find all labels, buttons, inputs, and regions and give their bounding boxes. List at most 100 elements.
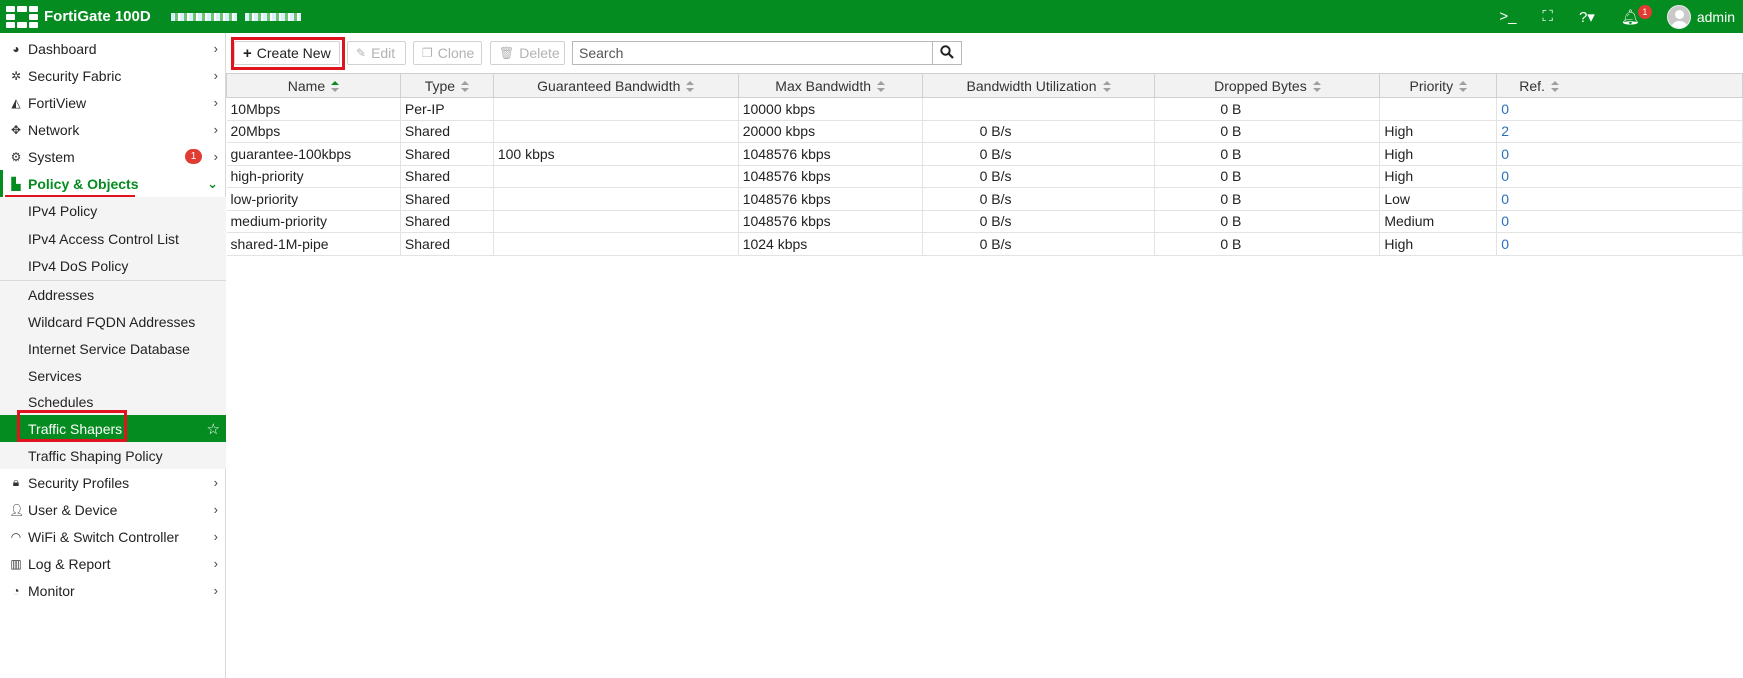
type-cell: Shared bbox=[400, 210, 494, 233]
column-header-name[interactable]: Name bbox=[226, 73, 401, 98]
table-row[interactable]: guarantee-100kbps Shared 100 kbps 1048576 k… bbox=[226, 142, 1743, 166]
type-cell: Per-IP bbox=[400, 97, 494, 121]
toolbar: + Create New ✎ Edit ❐ Clone 🗑︎ Delete bbox=[226, 33, 1743, 71]
type-cell: Shared bbox=[400, 165, 494, 188]
bandwidth-utilization-cell: 0 B/s bbox=[922, 142, 1156, 166]
sort-icon bbox=[1550, 81, 1559, 93]
sidebar-item-security-profiles[interactable]: 🔒︎ Security Profiles › bbox=[0, 469, 226, 496]
sidebar-item-addresses[interactable]: Addresses bbox=[0, 281, 226, 308]
sidebar-item-ipv4-policy[interactable]: IPv4 Policy bbox=[0, 197, 226, 225]
sidebar-item-label: WiFi & Switch Controller bbox=[28, 528, 179, 545]
table-row[interactable]: medium-priority Shared 1048576 kbps 0 B/s 0 … bbox=[226, 210, 1743, 233]
type-cell: Shared bbox=[400, 232, 494, 256]
priority-cell: Low bbox=[1379, 187, 1498, 211]
bandwidth-utilization-cell: 0 B/s bbox=[922, 210, 1156, 233]
user-menu[interactable]: admin bbox=[1697, 9, 1735, 25]
column-header-dropped-bytes[interactable]: Dropped Bytes bbox=[1154, 73, 1381, 98]
ref-cell[interactable]: 0 bbox=[1496, 232, 1743, 256]
sidebar-item-security-fabric[interactable]: ✲ Security Fabric › bbox=[0, 62, 226, 89]
priority-cell: High bbox=[1379, 142, 1498, 166]
ref-cell[interactable]: 0 bbox=[1496, 187, 1743, 211]
column-label: Guaranteed Bandwidth bbox=[537, 77, 681, 94]
table-row[interactable]: shared-1M-pipe Shared 1024 kbps 0 B/s 0 B Hig… bbox=[226, 232, 1743, 256]
sidebar-item-internet-service-db[interactable]: Internet Service Database bbox=[0, 335, 226, 362]
name-cell: medium-priority bbox=[226, 210, 401, 233]
gear-icon: ⚙ bbox=[10, 149, 22, 164]
policy-icon: ▙ bbox=[11, 176, 21, 191]
column-header-max-bandwidth[interactable]: Max Bandwidth bbox=[737, 73, 923, 98]
sidebar-item-user-device[interactable]: 👤︎ User & Device › bbox=[0, 496, 226, 523]
max-bandwidth-cell: 1048576 kbps bbox=[738, 210, 923, 233]
column-header-type[interactable]: Type bbox=[399, 73, 494, 98]
guaranteed-bandwidth-cell bbox=[493, 210, 739, 233]
sidebar-item-label: Policy & Objects bbox=[28, 175, 139, 192]
sidebar-item-monitor[interactable]: ◔ Monitor › bbox=[0, 577, 226, 604]
ref-cell[interactable]: 0 bbox=[1496, 97, 1743, 121]
delete-button[interactable]: 🗑︎ Delete bbox=[490, 41, 565, 65]
name-cell: high-priority bbox=[226, 165, 401, 188]
sidebar-item-traffic-shaping-policy[interactable]: Traffic Shaping Policy bbox=[0, 442, 226, 469]
bandwidth-utilization-cell: 0 B/s bbox=[922, 120, 1156, 143]
table-row[interactable]: 10Mbps Per-IP 10000 kbps 0 B 0 bbox=[226, 97, 1743, 121]
sidebar-item-policy-objects[interactable]: ▙ Policy & Objects ⌄ bbox=[0, 170, 226, 197]
system-badge: 1 bbox=[185, 149, 202, 164]
wifi-icon: ◠ bbox=[10, 529, 22, 544]
type-cell: Shared bbox=[400, 187, 494, 211]
star-icon[interactable]: ☆ bbox=[207, 420, 220, 438]
priority-cell: High bbox=[1379, 232, 1498, 256]
priority-cell: High bbox=[1379, 165, 1498, 188]
help-icon[interactable]: ?▾ bbox=[1579, 8, 1595, 26]
dropped-bytes-cell: 0 B bbox=[1154, 232, 1381, 256]
sidebar-item-network[interactable]: ✥ Network › bbox=[0, 116, 226, 143]
max-bandwidth-cell: 1048576 kbps bbox=[738, 187, 923, 211]
sort-icon bbox=[461, 81, 470, 93]
lock-icon: 🔒︎ bbox=[12, 475, 20, 489]
clone-button[interactable]: ❐ Clone bbox=[413, 41, 482, 65]
column-label: Name bbox=[287, 77, 326, 94]
table-row[interactable]: 20Mbps Shared 20000 kbps 0 B/s 0 B High 2 bbox=[226, 120, 1743, 143]
sidebar-item-ipv4-acl[interactable]: IPv4 Access Control List bbox=[0, 225, 226, 252]
dropped-bytes-cell: 0 B bbox=[1154, 97, 1381, 121]
ref-cell[interactable]: 0 bbox=[1496, 165, 1743, 188]
sidebar-item-wildcard-fqdn[interactable]: Wildcard FQDN Addresses bbox=[0, 308, 226, 335]
sidebar-item-log-report[interactable]: ▥ Log & Report › bbox=[0, 550, 226, 577]
fullscreen-icon[interactable]: ⛶ bbox=[1542, 8, 1553, 25]
search-input[interactable] bbox=[572, 41, 933, 65]
bell-icon[interactable]: 🔔︎ 1 bbox=[1621, 4, 1652, 26]
sidebar-item-label: User & Device bbox=[28, 501, 118, 518]
sidebar-item-label: Traffic Shaping Policy bbox=[28, 447, 163, 464]
chevron-right-icon: › bbox=[213, 475, 218, 490]
chevron-right-icon: › bbox=[213, 122, 218, 137]
search-button[interactable] bbox=[932, 41, 962, 65]
ref-cell[interactable]: 2 bbox=[1496, 120, 1743, 143]
name-cell: 20Mbps bbox=[226, 120, 401, 143]
fortinet-logo-icon[interactable] bbox=[6, 5, 38, 28]
column-header-bandwidth-utilization[interactable]: Bandwidth Utilization bbox=[921, 73, 1156, 98]
guaranteed-bandwidth-cell bbox=[493, 232, 739, 256]
sidebar-item-dashboard[interactable]: ◕ Dashboard › bbox=[0, 35, 226, 62]
chevron-right-icon: › bbox=[213, 95, 218, 110]
edit-button[interactable]: ✎ Edit bbox=[347, 41, 406, 65]
traffic-shapers-table: Name Type Guaranteed Bandwidth Max Bandw… bbox=[226, 73, 1743, 256]
sidebar-item-services[interactable]: Services bbox=[0, 362, 226, 389]
type-cell: Shared bbox=[400, 142, 494, 166]
ref-cell[interactable]: 0 bbox=[1496, 142, 1743, 166]
sidebar-item-system[interactable]: ⚙ System 1 › bbox=[0, 143, 226, 170]
sidebar-item-label: Log & Report bbox=[28, 555, 111, 572]
column-header-ref[interactable]: Ref. bbox=[1496, 73, 1743, 98]
cli-console-icon[interactable]: >_ bbox=[1499, 8, 1516, 25]
sidebar-item-fortiview[interactable]: ◭ FortiView › bbox=[0, 89, 226, 116]
column-label: Type bbox=[424, 77, 456, 94]
table-row[interactable]: low-priority Shared 1048576 kbps 0 B/s 0 B Lo… bbox=[226, 187, 1743, 211]
dropped-bytes-cell: 0 B bbox=[1154, 165, 1381, 188]
column-label: Bandwidth Utilization bbox=[966, 77, 1097, 94]
table-row[interactable]: high-priority Shared 1048576 kbps 0 B/s 0 BH… bbox=[226, 165, 1743, 188]
sidebar-item-wifi-switch[interactable]: ◠ WiFi & Switch Controller › bbox=[0, 523, 226, 550]
sidebar-item-ipv4-dos-policy[interactable]: IPv4 DoS Policy bbox=[0, 252, 226, 280]
column-header-priority[interactable]: Priority bbox=[1379, 73, 1498, 98]
column-header-guaranteed-bandwidth[interactable]: Guaranteed Bandwidth bbox=[492, 73, 739, 98]
table-header-row: Name Type Guaranteed Bandwidth Max Bandw… bbox=[226, 73, 1743, 98]
ref-cell[interactable]: 0 bbox=[1496, 210, 1743, 233]
avatar[interactable] bbox=[1666, 4, 1691, 29]
dropped-bytes-cell: 0 B bbox=[1154, 142, 1381, 166]
